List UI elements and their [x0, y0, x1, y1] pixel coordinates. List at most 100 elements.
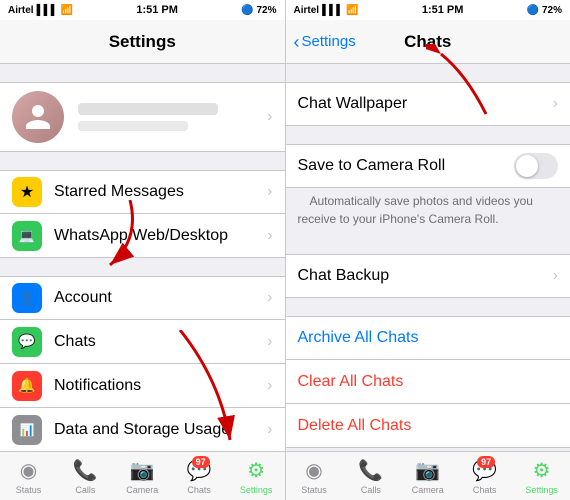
- notif-label: Notifications: [54, 377, 261, 395]
- bluetooth-icon: 🔵: [241, 5, 253, 16]
- tab-bar-right: ◉ Status 📞 Calls 📷 Camera 💬 Chats 97 ⚙ S…: [286, 451, 570, 500]
- nav-title-settings: Settings: [109, 32, 176, 52]
- clear-all-row[interactable]: Clear All Chats: [286, 360, 570, 404]
- backup-section: Chat Backup ›: [286, 254, 570, 298]
- right-gap-3: [286, 236, 570, 254]
- profile-sub: [78, 121, 188, 131]
- calls-tab-label: Calls: [75, 485, 95, 495]
- profile-row[interactable]: ›: [0, 82, 285, 152]
- account-icon: 👤: [12, 283, 42, 313]
- starred-content: Starred Messages: [54, 183, 261, 201]
- calls-tab-label-r: Calls: [361, 485, 381, 495]
- tab-camera-right[interactable]: 📷 Camera: [399, 452, 456, 500]
- tab-camera-left[interactable]: 📷 Camera: [114, 452, 171, 500]
- chats-row[interactable]: 💬 Chats ›: [0, 320, 285, 364]
- tab-status-left[interactable]: ◉ Status: [0, 452, 57, 500]
- camera-tab-icon: 📷: [130, 458, 155, 483]
- right-gap-4: [286, 298, 570, 316]
- tab-settings-right[interactable]: ⚙ Settings: [513, 452, 570, 500]
- chats-tab-label-r: Chats: [473, 485, 497, 495]
- status-tab-icon-r: ◉: [305, 458, 322, 483]
- data-icon: 📊: [12, 415, 42, 445]
- delete-label: Delete All Chats: [298, 417, 412, 435]
- chat-backup-row[interactable]: Chat Backup ›: [286, 254, 570, 298]
- camera-tab-label-r: Camera: [412, 485, 444, 495]
- camera-roll-toggle[interactable]: [514, 153, 558, 179]
- camera-roll-section: Save to Camera Roll Automatically save p…: [286, 144, 570, 236]
- account-label: Account: [54, 289, 261, 307]
- section-2: 👤 Account › 💬 Chats › 🔔 Notifications ›: [0, 276, 285, 451]
- tab-calls-left[interactable]: 📞 Calls: [57, 452, 114, 500]
- time-left: 1:51 PM: [136, 4, 178, 16]
- section-gap: [0, 64, 285, 82]
- clear-label: Clear All Chats: [298, 373, 404, 391]
- status-tab-icon: ◉: [20, 458, 37, 483]
- account-content: Account: [54, 289, 261, 307]
- chats-badge-right: 97: [477, 456, 495, 468]
- wallpaper-label: Chat Wallpaper: [298, 95, 547, 113]
- chats-icon: 💬: [12, 327, 42, 357]
- wallpaper-chevron: ›: [553, 95, 558, 113]
- notif-content: Notifications: [54, 377, 261, 395]
- tab-chats-right[interactable]: 💬 Chats 97: [456, 452, 513, 500]
- data-chevron: ›: [267, 421, 272, 439]
- archive-all-row[interactable]: Archive All Chats: [286, 316, 570, 360]
- data-content: Data and Storage Usage: [54, 421, 261, 439]
- tab-calls-right[interactable]: 📞 Calls: [342, 452, 399, 500]
- starred-chevron: ›: [267, 183, 272, 201]
- web-chevron: ›: [267, 227, 272, 245]
- account-row[interactable]: 👤 Account ›: [0, 276, 285, 320]
- notifications-row[interactable]: 🔔 Notifications ›: [0, 364, 285, 408]
- carrier-left: Airtel: [8, 5, 34, 16]
- nav-bar-settings: Settings: [0, 20, 285, 64]
- camera-roll-content: Save to Camera Roll: [298, 157, 515, 175]
- tab-chats-left[interactable]: 💬 Chats 97: [171, 452, 228, 500]
- settings-tab-icon: ⚙: [247, 458, 265, 483]
- battery-right: 72%: [542, 5, 562, 16]
- signal-icon-right: ▌▌▌: [322, 5, 343, 16]
- whatsapp-web-row[interactable]: 💻 WhatsApp Web/Desktop ›: [0, 214, 285, 258]
- camera-roll-subtext: Automatically save photos and videos you…: [298, 190, 533, 234]
- delete-all-row[interactable]: Delete All Chats: [286, 404, 570, 448]
- data-usage-row[interactable]: 📊 Data and Storage Usage ›: [0, 408, 285, 451]
- nav-bar-chats: ‹ Settings Chats: [286, 20, 570, 64]
- chats-settings-panel: Airtel ▌▌▌ 📶 1:51 PM 🔵 72% ‹ Settings Ch…: [286, 0, 570, 500]
- profile-name: [78, 103, 218, 115]
- backup-content: Chat Backup: [298, 267, 547, 285]
- tab-status-right[interactable]: ◉ Status: [286, 452, 343, 500]
- tab-bar-left: ◉ Status 📞 Calls 📷 Camera 💬 Chats 97 ⚙ S…: [0, 451, 285, 500]
- chats-chevron: ›: [267, 333, 272, 351]
- camera-roll-row[interactable]: Save to Camera Roll: [286, 144, 570, 188]
- links-section: Archive All Chats Clear All Chats Delete…: [286, 316, 570, 448]
- status-right-right: 🔵 72%: [527, 5, 562, 16]
- starred-label: Starred Messages: [54, 183, 261, 201]
- carrier-right: Airtel: [294, 5, 320, 16]
- chats-label: Chats: [54, 333, 261, 351]
- wallpaper-section: Chat Wallpaper ›: [286, 82, 570, 126]
- settings-tab-label-r: Settings: [525, 485, 558, 495]
- wifi-icon-right: 📶: [346, 5, 358, 16]
- calls-tab-icon: 📞: [73, 458, 98, 483]
- status-bar-right: Airtel ▌▌▌ 📶 1:51 PM 🔵 72%: [286, 0, 570, 20]
- status-bar-left-info: Airtel ▌▌▌ 📶: [8, 5, 73, 16]
- starred-messages-row[interactable]: ★ Starred Messages ›: [0, 170, 285, 214]
- profile-info: [78, 103, 261, 131]
- section-1: ★ Starred Messages › 💻 WhatsApp Web/Desk…: [0, 170, 285, 258]
- wifi-icon: 📶: [61, 5, 73, 16]
- back-chevron-icon: ‹: [294, 33, 300, 51]
- camera-tab-label: Camera: [126, 485, 158, 495]
- tab-settings-left[interactable]: ⚙ Settings: [228, 452, 285, 500]
- web-icon: 💻: [12, 221, 42, 251]
- camera-tab-icon-r: 📷: [415, 458, 440, 483]
- chat-wallpaper-row[interactable]: Chat Wallpaper ›: [286, 82, 570, 126]
- camera-roll-label: Save to Camera Roll: [298, 157, 515, 175]
- nav-title-chats: Chats: [404, 32, 451, 52]
- nav-back-button[interactable]: ‹ Settings: [294, 33, 356, 51]
- settings-list: › ★ Starred Messages › 💻 WhatsApp Web/De…: [0, 64, 285, 451]
- calls-tab-icon-r: 📞: [358, 458, 383, 483]
- back-label: Settings: [302, 33, 356, 50]
- camera-roll-desc: Automatically save photos and videos you…: [286, 188, 570, 236]
- right-gap-1: [286, 64, 570, 82]
- data-label: Data and Storage Usage: [54, 421, 261, 439]
- backup-chevron: ›: [553, 267, 558, 285]
